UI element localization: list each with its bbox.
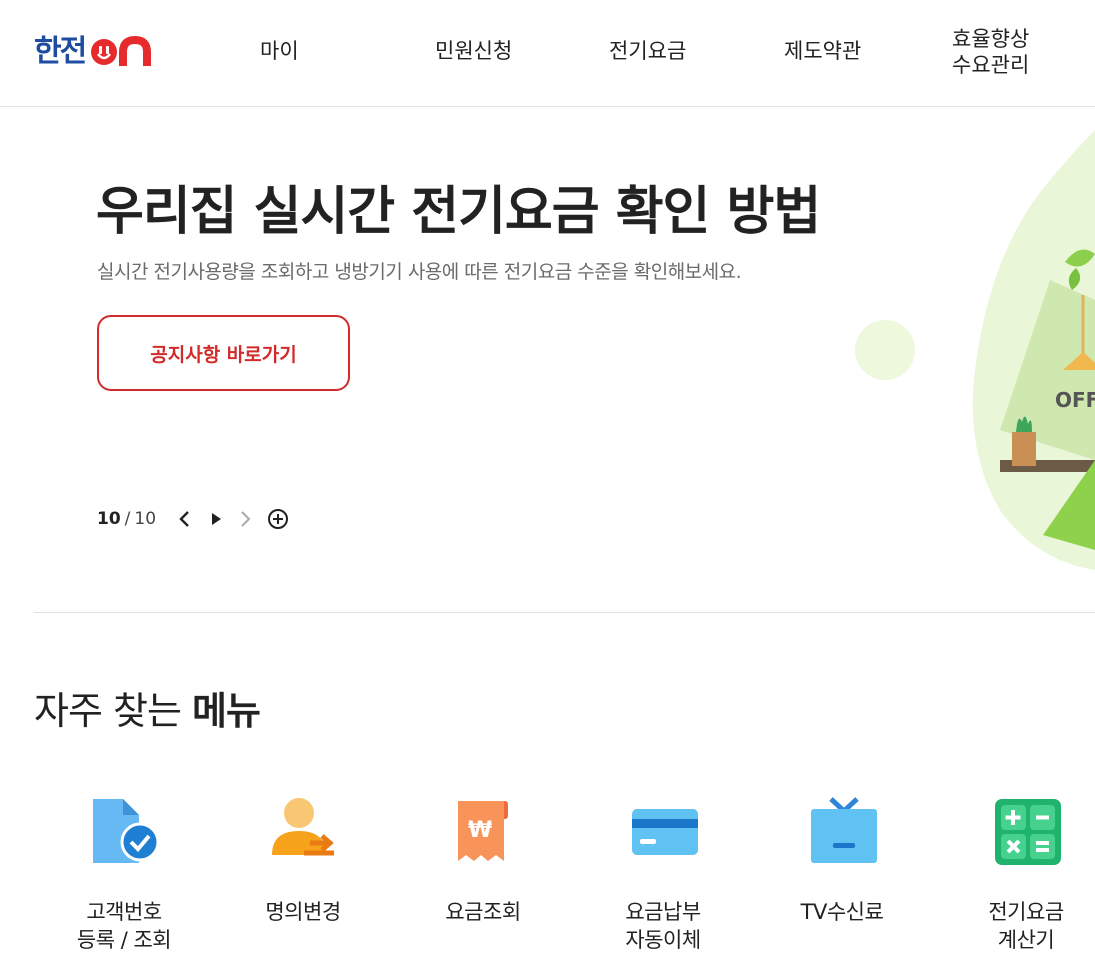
calculator-icon — [995, 799, 1061, 865]
expand-slides-button[interactable] — [264, 505, 292, 533]
menu-auto-payment[interactable]: 요금납부 자동이체 — [573, 795, 753, 970]
plus-circle-icon — [268, 509, 288, 529]
menu-bill-calculator[interactable]: 전기요금 계산기 — [936, 795, 1095, 970]
menu-customer-number[interactable]: 고객번호 등록 / 조회 — [34, 795, 214, 970]
notice-shortcut-button[interactable]: 공지사항 바로가기 — [97, 315, 350, 391]
hero-subtitle: 실시간 전기사용량을 조회하고 냉방기기 사용에 따른 전기요금 수준을 확인해… — [97, 261, 742, 283]
menu-label: TV수신료 — [800, 900, 884, 924]
menu-label: 고객번호 등록 / 조회 — [76, 900, 172, 952]
next-slide-button[interactable] — [231, 505, 259, 533]
nav-my[interactable]: 마이 — [260, 38, 299, 64]
menu-label: 요금조회 — [445, 900, 521, 924]
slide-total: 10 — [134, 509, 157, 529]
chevron-right-icon — [241, 511, 251, 527]
quick-menu-title-bold: 메뉴 — [192, 689, 261, 733]
slide-current: 10 — [97, 509, 121, 529]
tv-icon — [811, 797, 877, 863]
won-receipt-icon: ₩ — [458, 801, 508, 861]
menu-label: 요금납부 자동이체 — [625, 900, 701, 952]
site-header: 한전 마이 민원신청 전기요금 제도약관 효율향상 수요관리 — [0, 0, 1095, 107]
logo-on-mark — [91, 36, 152, 66]
slide-counter: 10 / 10 — [97, 505, 156, 533]
play-button[interactable] — [202, 505, 230, 533]
credit-card-icon — [632, 809, 698, 855]
logo-text: 한전 — [34, 34, 87, 69]
quick-menu-title: 자주 찾는 메뉴 — [34, 680, 261, 735]
hero-title: 우리집 실시간 전기요금 확인 방법 — [96, 182, 821, 242]
menu-tv-fee[interactable]: TV수신료 — [752, 795, 932, 970]
nav-civil-application[interactable]: 민원신청 — [435, 38, 512, 64]
nav-electricity-bill[interactable]: 전기요금 — [609, 38, 686, 64]
chevron-left-icon — [179, 511, 189, 527]
kepco-on-logo[interactable]: 한전 — [34, 34, 153, 70]
svg-text:₩: ₩ — [468, 818, 492, 843]
play-icon — [212, 513, 221, 525]
quick-menu-title-normal: 자주 찾는 — [34, 689, 192, 733]
prev-slide-button[interactable] — [171, 505, 199, 533]
customer-document-check-icon — [93, 799, 160, 863]
hero-illustration: OFF — [850, 130, 1095, 570]
menu-name-change[interactable]: 명의변경 — [213, 795, 393, 970]
nav-efficiency-demand[interactable]: 효율향상 수요관리 — [952, 26, 1029, 78]
off-sign: OFF — [1055, 388, 1095, 412]
user-transfer-icon — [272, 798, 334, 856]
section-divider — [34, 612, 1095, 613]
slide-separator: / — [124, 509, 131, 529]
menu-label: 명의변경 — [265, 900, 341, 924]
nav-system-terms[interactable]: 제도약관 — [784, 38, 861, 64]
menu-label: 전기요금 계산기 — [988, 900, 1064, 952]
menu-bill-inquiry[interactable]: ₩ 요금조회 — [393, 795, 573, 970]
